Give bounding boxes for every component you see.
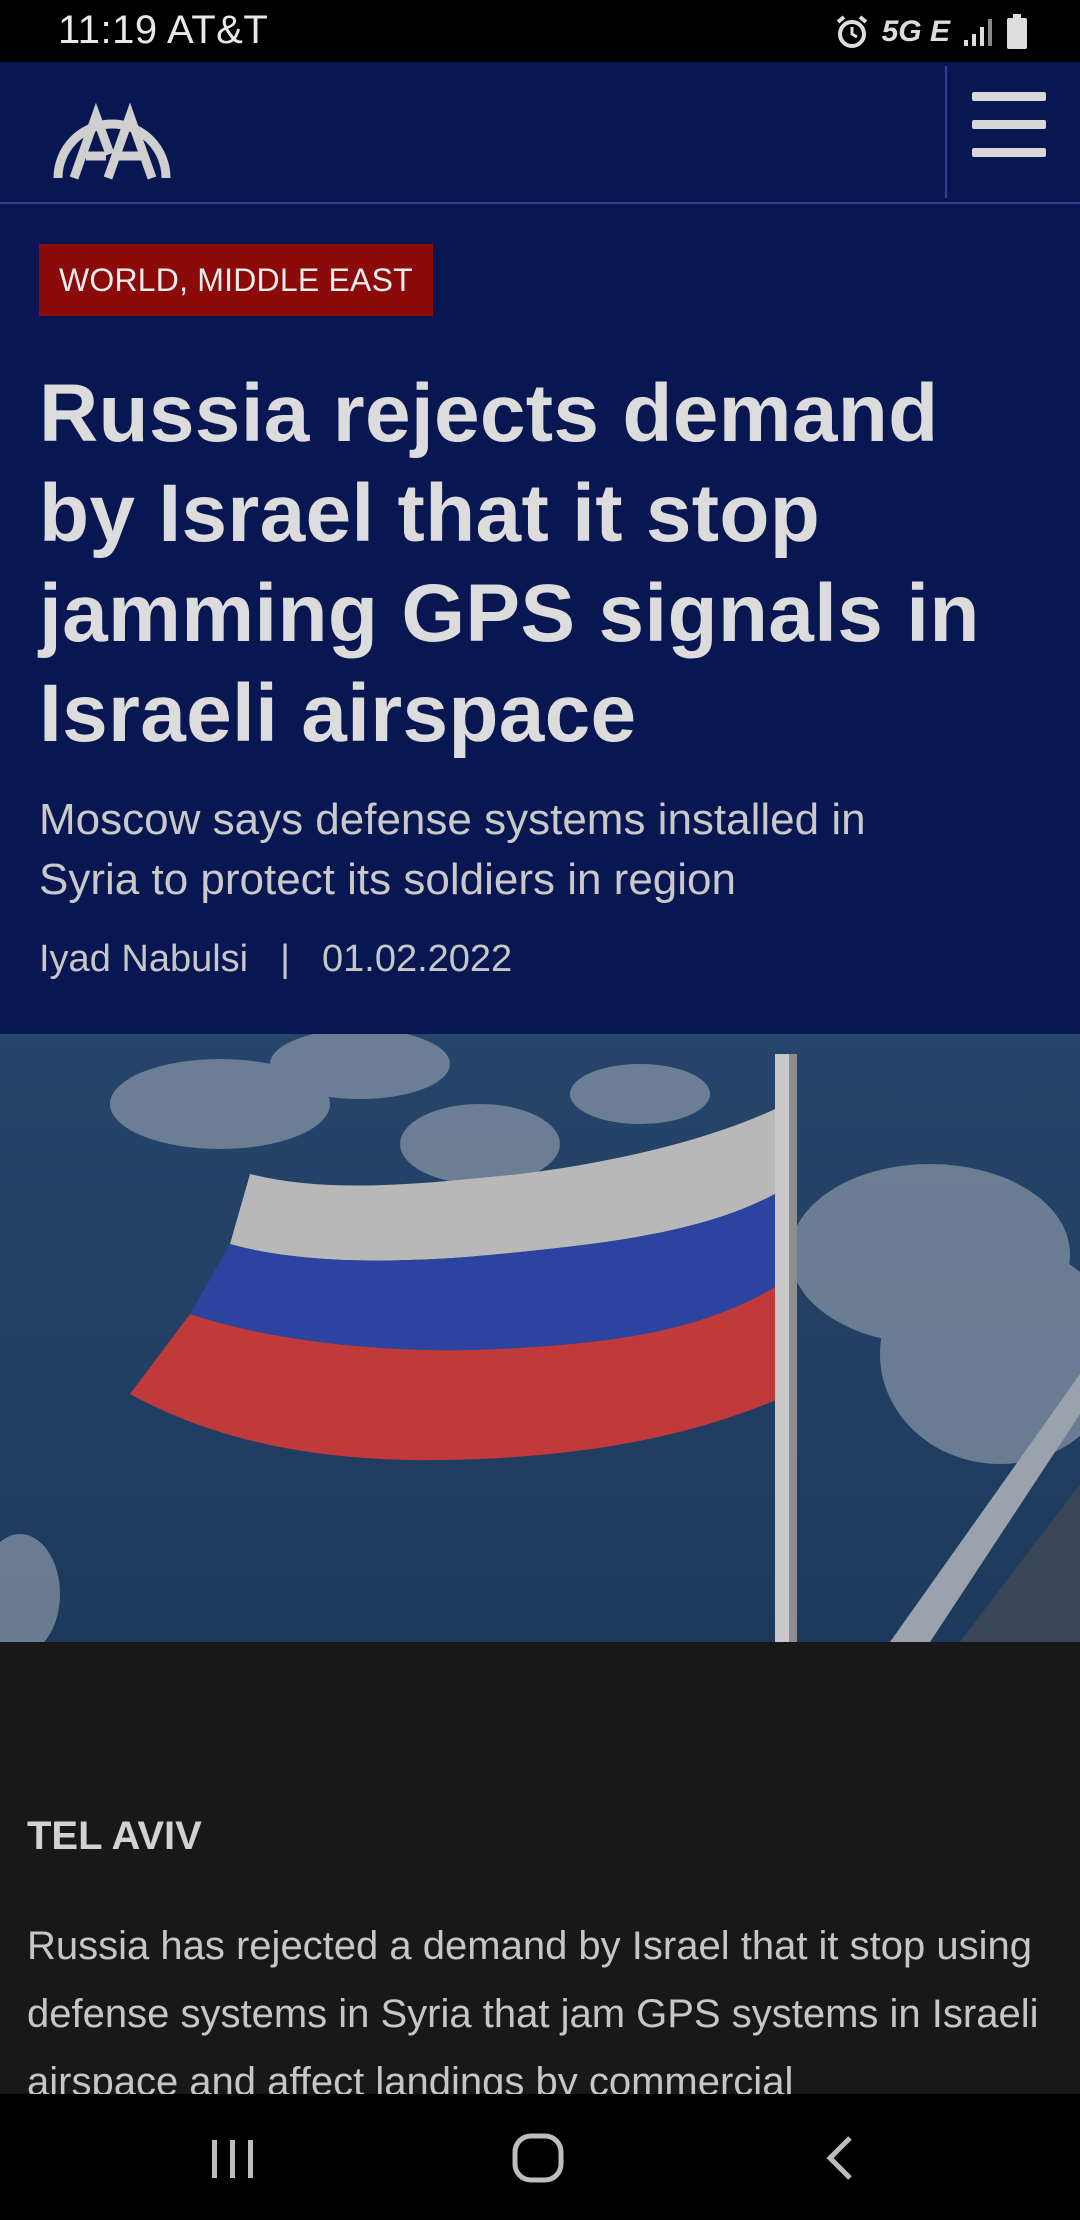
aa-logo[interactable] [52, 80, 172, 184]
hamburger-menu-icon[interactable] [972, 92, 1046, 162]
author-name[interactable]: Iyad Nabulsi [39, 938, 248, 980]
recent-apps-icon[interactable] [208, 2130, 258, 2186]
home-icon[interactable] [508, 2130, 568, 2186]
signal-icon [964, 19, 992, 46]
article-headline: Russia rejects demand by Israel that it … [39, 368, 980, 759]
article-byline: Iyad Nabulsi | 01.02.2022 [39, 938, 512, 981]
network-label: 5G E [881, 15, 950, 48]
article-hero: WORLD, MIDDLE EAST Russia rejects demand… [0, 204, 1080, 1034]
article-photo-russian-flag [0, 1034, 1080, 1642]
battery-icon [1007, 14, 1027, 49]
article-body-text: Russia has rejected a demand by Israel t… [27, 1924, 1039, 2094]
article-subheadline: Moscow says defense systems installed in… [39, 795, 866, 904]
category-badge[interactable]: WORLD, MIDDLE EAST [39, 244, 433, 316]
alarm-icon [836, 15, 867, 48]
status-bar: 11:19 AT&T 5G E [0, 0, 1080, 62]
app-header [0, 62, 1080, 204]
status-time-carrier: 11:19 AT&T [58, 8, 269, 52]
article-body-section: TEL AVIV Russia has rejected a demand by… [0, 1642, 1080, 2094]
publish-date: 01.02.2022 [322, 938, 513, 980]
article-dateline: TEL AVIV [27, 1814, 202, 1858]
header-divider [945, 66, 947, 198]
system-nav-bar [0, 2094, 1080, 2220]
byline-separator: | [280, 938, 290, 980]
back-icon[interactable] [820, 2130, 860, 2186]
status-icons: 5G E [834, 10, 1028, 54]
